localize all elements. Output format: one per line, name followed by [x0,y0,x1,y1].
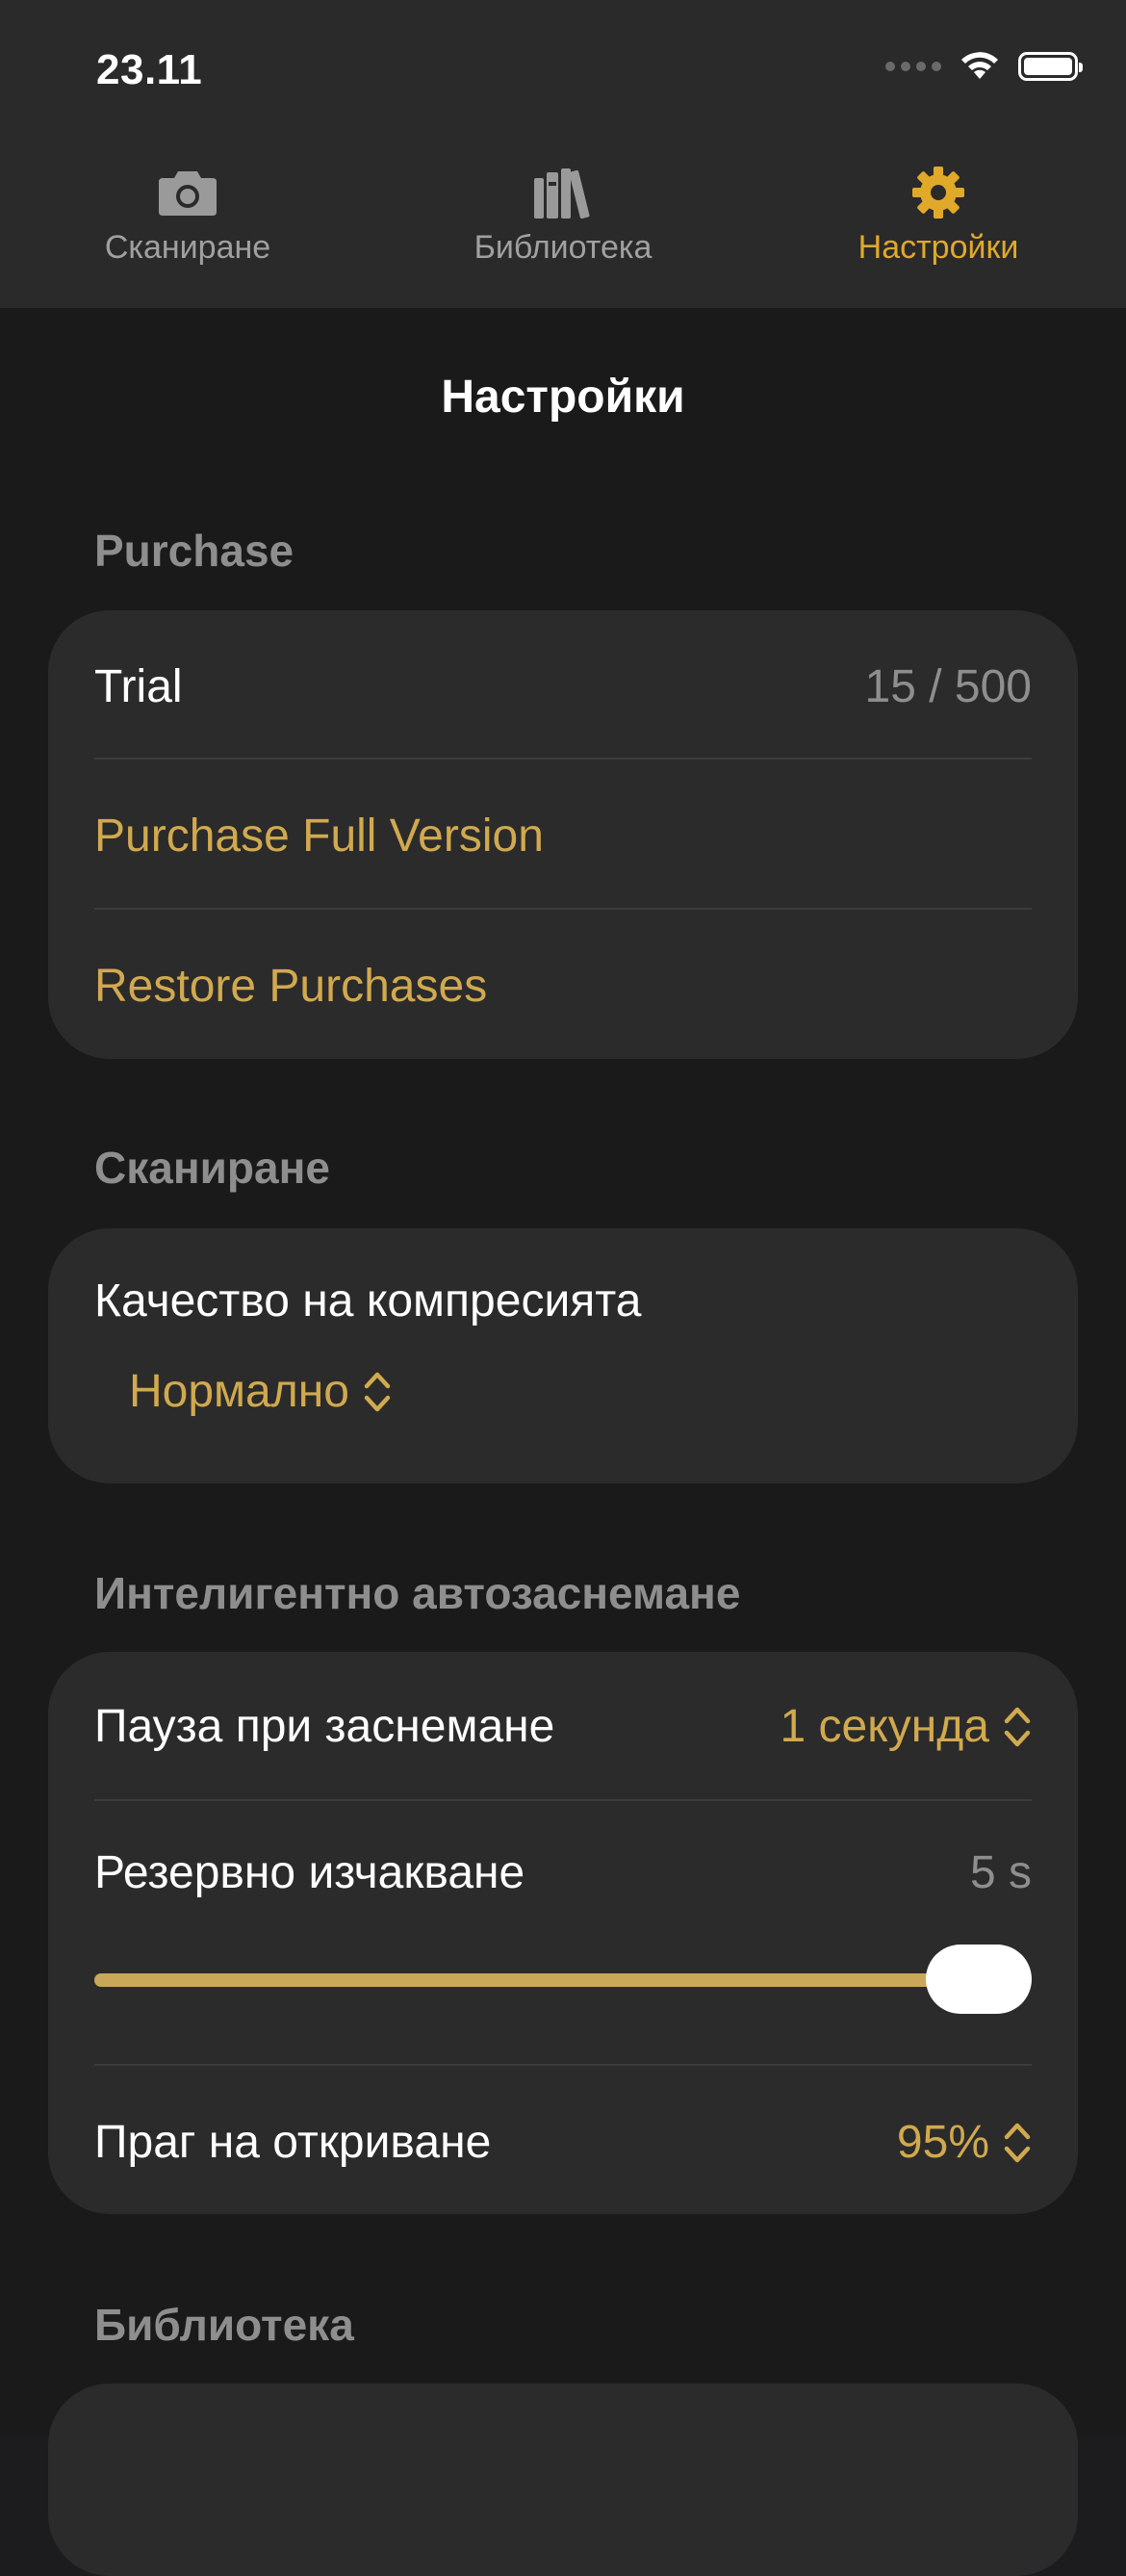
fallback-wait-slider[interactable] [94,1945,1032,2014]
trial-row: Trial 15 / 500 [94,660,1032,713]
compression-picker[interactable]: Нормално [129,1365,392,1418]
top-bar: 23.11 Сканиране Библиотека Настройки [0,0,1126,308]
books-icon [534,168,590,219]
restore-purchases-button[interactable]: Restore Purchases [94,960,487,1013]
tab-library-label: Библиотека [473,229,653,266]
capture-pause-picker[interactable]: 1 секунда [781,1700,1032,1753]
gear-icon [912,167,964,219]
divider [94,1799,1032,1801]
chevron-up-down-icon [1004,2123,1031,2162]
divider [94,2064,1032,2066]
trial-label: Trial [94,661,183,712]
compression-value: Нормално [129,1366,349,1417]
detection-threshold-label: Праг на откриване [94,2117,492,2168]
fallback-wait-row: Резервно изчакване 5 s [94,1846,1032,1899]
camera-icon [159,171,217,216]
divider [94,758,1032,760]
detection-threshold-row[interactable]: Праг на откриване 95% [94,2116,1032,2169]
slider-fill [94,1973,979,1987]
purchase-card: Trial 15 / 500 Purchase Full Version Res… [48,610,1078,1059]
cellular-signal-icon [885,62,941,71]
library-card [48,2383,1078,2576]
tab-settings-label: Настройки [857,229,1019,266]
chevron-up-down-icon [1004,1707,1031,1746]
purchase-full-version-row[interactable]: Purchase Full Version [94,810,1032,863]
detection-threshold-picker[interactable]: 95% [897,2116,1032,2169]
scanning-card: Качество на компресията Нормално [48,1228,1078,1483]
section-header-purchase: Purchase [94,526,294,576]
status-time: 23.11 [96,46,203,93]
section-header-library: Библиотека [94,2300,354,2350]
section-header-smart-capture: Интелигентно автозаснемане [94,1568,741,1618]
fallback-wait-value: 5 s [969,1847,1032,1898]
chevron-up-down-icon [364,1372,391,1411]
compression-row: Качество на компресията [94,1275,1032,1327]
slider-thumb[interactable] [926,1945,1032,2014]
capture-pause-value: 1 секунда [780,1701,989,1752]
battery-icon [1018,52,1083,81]
status-indicators [885,50,1083,83]
capture-pause-label: Пауза при заснемане [94,1701,555,1752]
tab-scan-label: Сканиране [104,229,271,266]
tab-scan[interactable]: Сканиране [43,164,332,267]
page-title: Настройки [441,372,685,423]
restore-purchases-row[interactable]: Restore Purchases [94,960,1032,1013]
compression-label: Качество на компресията [94,1275,642,1327]
wifi-icon [961,52,998,79]
detection-threshold-value: 95% [896,2117,989,2168]
trial-value: 15 / 500 [864,661,1032,712]
smart-capture-card: Пауза при заснемане 1 секунда Резервно и… [48,1652,1078,2214]
capture-pause-row[interactable]: Пауза при заснемане 1 секунда [94,1700,1032,1753]
tab-library[interactable]: Библиотека [419,164,707,267]
tab-settings[interactable]: Настройки [794,164,1083,267]
divider [94,908,1032,910]
fallback-wait-label: Резервно изчакване [94,1847,525,1898]
compression-picker-row[interactable]: Нормално [129,1365,1032,1418]
section-header-scanning: Сканиране [94,1143,330,1193]
tab-bar: Сканиране Библиотека Настройки [0,164,1126,289]
purchase-full-version-button[interactable]: Purchase Full Version [94,810,544,863]
